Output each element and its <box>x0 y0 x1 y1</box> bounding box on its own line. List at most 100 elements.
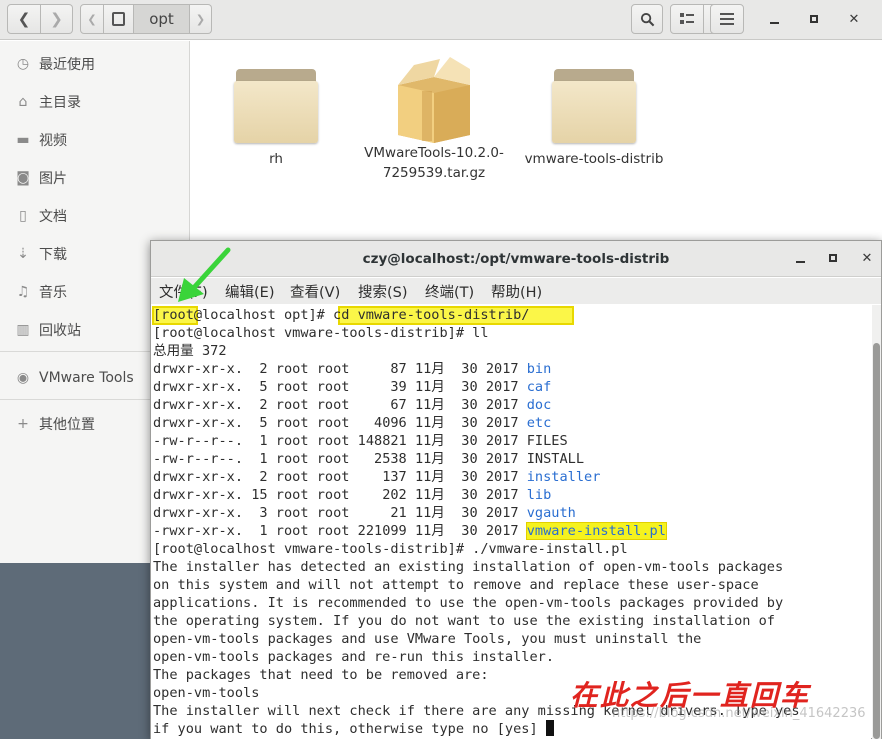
ls-owner: root root <box>275 415 350 431</box>
ls-filename: etc <box>526 415 552 431</box>
ls-date: 11月 30 2017 <box>414 361 519 377</box>
sidebar-item-home[interactable]: ⌂ 主目录 <box>0 87 190 117</box>
menu-terminal[interactable]: 终端(T) <box>425 281 474 302</box>
path-drive-button[interactable] <box>104 4 134 34</box>
drive-icon <box>112 12 125 26</box>
terminal-line-text: [root@localhost vmware-tools-distrib]# .… <box>153 541 628 557</box>
menu-view[interactable]: 查看(V) <box>290 281 340 302</box>
ls-owner: root root <box>275 469 350 485</box>
path-current-button[interactable]: opt <box>134 4 190 34</box>
ls-links: 15 <box>251 487 268 503</box>
terminal-line: open-vm-tools <box>153 684 259 702</box>
ls-owner: root root <box>275 361 350 377</box>
terminal-scrollbar[interactable] <box>872 305 881 739</box>
maximize-button[interactable] <box>802 8 826 30</box>
ls-owner: root root <box>275 433 350 449</box>
minimize-button[interactable] <box>762 8 786 30</box>
menu-search[interactable]: 搜索(S) <box>358 281 408 302</box>
document-icon: ▯ <box>19 208 27 224</box>
ls-links: 1 <box>251 451 268 467</box>
sidebar-item-label: 视频 <box>39 133 67 149</box>
forward-button[interactable]: ❯ <box>41 4 73 34</box>
ls-filename: vgauth <box>526 505 576 521</box>
file-item-vmware-tools-distrib[interactable]: vmware-tools-distrib <box>519 63 669 169</box>
ls-filename: doc <box>526 397 552 413</box>
home-icon: ⌂ <box>18 94 28 110</box>
ls-links: 2 <box>251 361 268 377</box>
ls-date: 11月 30 2017 <box>414 469 519 485</box>
terminal-minimize-button[interactable] <box>788 247 812 269</box>
terminal-line-text: open-vm-tools <box>153 685 260 701</box>
ls-row-meta: -rwxr-xr-x. <box>153 523 244 539</box>
terminal-window: czy@localhost:/opt/vmware-tools-distrib … <box>150 240 882 739</box>
clock-icon: ◷ <box>16 56 30 72</box>
file-name: vmware-tools-distrib <box>524 151 664 167</box>
ls-date: 11月 30 2017 <box>414 487 519 503</box>
sidebar-item-pictures[interactable]: ◙ 图片 <box>0 163 190 193</box>
ls-row: -rwxr-xr-x. 1 root root 221099 11月 30 20… <box>153 522 667 540</box>
chevron-right-icon: ❯ <box>195 12 206 26</box>
ls-filename: FILES <box>526 433 568 449</box>
ls-size: 202 <box>357 487 407 503</box>
view-toggle-button[interactable] <box>670 4 704 34</box>
sidebar-item-label: 最近使用 <box>39 57 95 73</box>
ls-row-meta: drwxr-xr-x. <box>153 469 244 485</box>
ls-size: 67 <box>357 397 407 413</box>
sidebar-item-recent[interactable]: ◷ 最近使用 <box>0 49 190 79</box>
close-icon: ✕ <box>861 250 873 266</box>
menu-help[interactable]: 帮助(H) <box>491 281 542 302</box>
ls-links: 1 <box>251 433 268 449</box>
terminal-line: [root@localhost vmware-tools-distrib]# l… <box>153 325 489 341</box>
terminal-close-button[interactable]: ✕ <box>855 247 879 269</box>
terminal-line-text: on this system and will not attempt to r… <box>153 577 759 593</box>
camera-icon: ◙ <box>16 170 30 186</box>
menu-button[interactable] <box>710 4 744 34</box>
sidebar-item-videos[interactable]: ▬ 视频 <box>0 125 190 155</box>
scrollbar-thumb[interactable] <box>873 343 880 739</box>
sidebar-item-documents[interactable]: ▯ 文档 <box>0 201 190 231</box>
path-bar: ❮ opt ❯ <box>80 4 212 34</box>
sidebar-item-label: 音乐 <box>39 285 67 301</box>
ls-filename: installer <box>526 469 601 485</box>
folder-icon <box>552 63 636 143</box>
ls-size: 148821 <box>357 433 407 449</box>
terminal-line-text: The packages that need to be removed are… <box>153 667 489 683</box>
ls-owner: root root <box>275 523 350 539</box>
file-item-rh[interactable]: rh <box>201 63 351 169</box>
file-name: VMwareTools-10.2.0- 7259539.tar.gz <box>364 145 504 181</box>
hamburger-menu-icon <box>720 13 734 25</box>
ls-date: 11月 30 2017 <box>414 505 519 521</box>
terminal-line: applications. It is recommended to use t… <box>153 594 783 612</box>
terminal-titlebar: czy@localhost:/opt/vmware-tools-distrib … <box>151 241 881 277</box>
terminal-line-text: applications. It is recommended to use t… <box>153 595 784 611</box>
music-icon: ♫ <box>16 284 30 300</box>
terminal-line: open-vm-tools packages and re-run this i… <box>153 648 554 666</box>
search-button[interactable] <box>631 4 663 34</box>
path-scroll-left-button[interactable]: ❮ <box>80 4 104 34</box>
ls-links: 3 <box>251 505 268 521</box>
ls-size: 221099 <box>357 523 407 539</box>
chevron-left-icon: ❮ <box>17 10 31 28</box>
ls-row: drwxr-xr-x. 15 root root 202 11月 30 2017… <box>153 486 551 504</box>
terminal-line: 总用量 372 <box>153 343 227 359</box>
sidebar-item-label: 图片 <box>39 171 67 187</box>
terminal-line: [root@localhost opt]# cd vmware-tools-di… <box>153 306 529 324</box>
file-item-vmwaretools-archive[interactable]: VMwareTools-10.2.0- 7259539.tar.gz <box>359 55 509 183</box>
terminal-title: czy@localhost:/opt/vmware-tools-distrib <box>362 251 670 267</box>
ls-row-meta: -rw-r--r--. <box>153 451 244 467</box>
ls-owner: root root <box>275 505 350 521</box>
command-text: cd vmware-tools-distrib/ <box>324 307 530 323</box>
back-button[interactable]: ❮ <box>7 4 41 34</box>
ls-size: 21 <box>357 505 407 521</box>
video-icon: ▬ <box>16 132 30 148</box>
ls-date: 11月 30 2017 <box>414 433 519 449</box>
ls-size: 4096 <box>357 415 407 431</box>
terminal-maximize-button[interactable] <box>821 247 845 269</box>
minimize-icon <box>769 22 779 24</box>
sidebar-item-label: 回收站 <box>39 323 81 339</box>
close-button[interactable]: ✕ <box>842 8 866 30</box>
terminal-line: on this system and will not attempt to r… <box>153 576 759 594</box>
path-scroll-right-button[interactable]: ❯ <box>190 4 212 34</box>
file-manager-header: ❮ ❯ ❮ opt ❯ ▼ ✕ <box>0 0 882 40</box>
trash-icon: ▥ <box>16 322 30 338</box>
